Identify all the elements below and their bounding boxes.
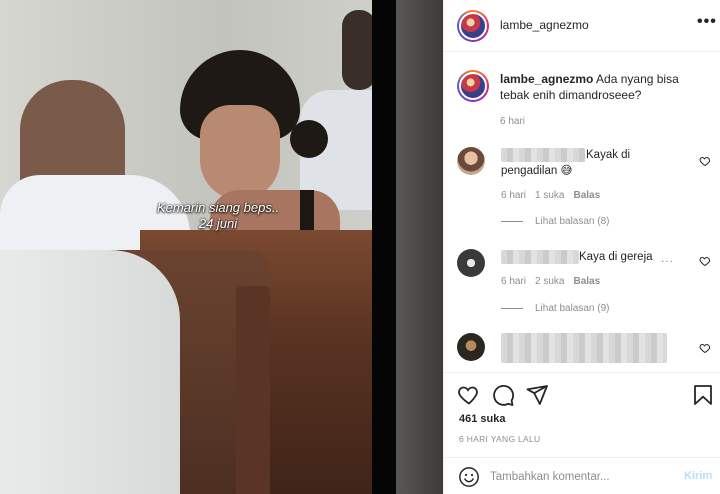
video-frame[interactable]: Kemarin siang beps.. 24 juni (0, 0, 372, 494)
comment-time[interactable]: 6 hari (501, 276, 526, 287)
bookmark-icon[interactable] (691, 383, 715, 407)
blurred-username (501, 250, 579, 264)
comment-bar: Kirim (444, 457, 720, 494)
wooden-pew-post (236, 286, 270, 494)
video-caption-line2: 24 juni (198, 216, 238, 231)
reply-button[interactable]: Balas (573, 276, 600, 287)
divider (501, 220, 523, 222)
divider (501, 307, 523, 309)
comment-text-line1: Kayak di (586, 149, 631, 161)
more-horizontal-icon[interactable]: ••• (697, 13, 717, 31)
comment-bubble-icon[interactable] (491, 383, 515, 407)
more-options-icon[interactable]: ... (661, 251, 674, 265)
post-side-panel: lambe_agnezmo ••• lambe_agnezmo Ada nyan… (443, 0, 720, 494)
heart-outline-icon[interactable] (457, 383, 481, 407)
post-header: lambe_agnezmo ••• (444, 0, 720, 52)
foreground-person-shirt (0, 250, 180, 494)
comment-input[interactable] (490, 468, 675, 486)
posted-time[interactable]: 6 HARI YANG LALU (459, 434, 541, 444)
header-username[interactable]: lambe_agnezmo (500, 18, 589, 32)
blurred-comment (501, 333, 667, 363)
reply-button[interactable]: Balas (573, 190, 600, 201)
comment-likes[interactable]: 1 suka (535, 190, 564, 201)
heart-outline-icon[interactable] (699, 255, 711, 267)
blurred-username (501, 148, 585, 162)
comment-time[interactable]: 6 hari (501, 190, 526, 201)
avatar[interactable] (457, 249, 485, 277)
media-side-fill (396, 0, 443, 494)
caption-username[interactable]: lambe_agnezmo (500, 72, 593, 86)
avatar[interactable] (457, 10, 489, 42)
view-replies-button[interactable]: Lihat balasan (8) (501, 216, 610, 227)
emoji-smile-icon[interactable] (458, 466, 480, 488)
comment-likes[interactable]: 2 suka (535, 276, 564, 287)
comment-meta: 6 hari 2 suka Balas (501, 276, 609, 287)
heart-outline-icon[interactable] (699, 342, 711, 354)
likes-count[interactable]: 461 suka (459, 413, 505, 425)
caption-time[interactable]: 6 hari (500, 116, 525, 127)
video-letterbox (372, 0, 396, 494)
view-replies-button[interactable]: Lihat balasan (9) (501, 303, 610, 314)
paper-plane-icon[interactable] (525, 383, 549, 407)
comment-text: Kaya di gereja (579, 251, 653, 263)
avatar[interactable] (457, 147, 485, 175)
post-actions: 461 suka 6 HARI YANG LALU Kirim (444, 372, 720, 492)
view-replies-label: Lihat balasan (9) (535, 303, 610, 314)
comment-meta: 6 hari 1 suka Balas (501, 190, 609, 201)
caption-text: lambe_agnezmo Ada nyang bisa tebak enih … (500, 71, 700, 103)
post-comment-button[interactable]: Kirim (684, 470, 712, 482)
heart-outline-icon[interactable] (699, 155, 711, 167)
video-caption-line1: Kemarin siang beps.. (156, 200, 280, 215)
avatar[interactable] (457, 70, 489, 102)
comment-text-line2: pengadilan 😅 (501, 165, 573, 177)
avatar[interactable] (457, 333, 485, 361)
post-media[interactable]: Kemarin siang beps.. 24 juni (0, 0, 443, 494)
view-replies-label: Lihat balasan (8) (535, 216, 610, 227)
video-caption: Kemarin siang beps.. 24 juni (118, 200, 318, 232)
